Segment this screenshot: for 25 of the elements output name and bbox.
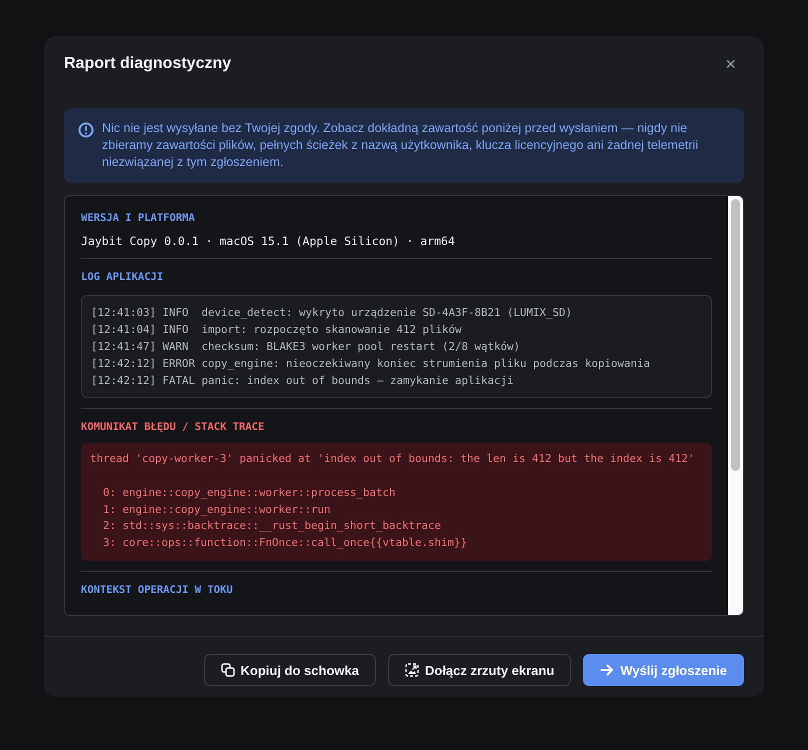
image-frame-icon <box>404 663 419 677</box>
version-text: Jaybit Copy 0.0.1 · macOS 15.1 (Apple Silicon) · arm64 <box>81 234 456 248</box>
section-heading: KONTEKST OPERACJI W TOKU <box>81 584 234 596</box>
stack-frame: 3: core::ops::function::FnOnce::call_once{{vtable.shim}} <box>90 534 703 551</box>
log-line: [12:41:04] INFO import: rozpoczęto skanowanie 412 plików <box>91 322 463 338</box>
section-heading: LOG APLIKACJI <box>81 271 164 283</box>
log-line: [12:41:03] INFO device_detect: wykryto urządzenie SD-4A3F-8B21 (LUMIX_SD) <box>91 305 574 321</box>
log-line: [12:42:12] ERROR copy_engine: nieoczekiwany koniec strumienia pliku podczas kopiowania <box>91 356 652 372</box>
dialog-title: Raport diagnostyczny <box>64 55 232 73</box>
scrollbar[interactable] <box>728 196 743 615</box>
copy-button[interactable]: Kopiuj do schowka <box>204 654 376 686</box>
attach-button[interactable]: Dołącz zrzuty ekranu <box>388 654 572 686</box>
error-message: thread 'copy-worker-3' panicked at 'index out of bounds: the len is 412 but the index is 412' <box>90 451 696 467</box>
stack-frame: 2: std::sys::backtrace::__rust_begin_short_backtrace <box>90 518 703 534</box>
section-heading: KOMUNIKAT BŁĘDU / STACK TRACE <box>81 421 266 433</box>
close-button[interactable]: × <box>721 52 740 76</box>
log-line: [12:42:12] FATAL panic: index out of bounds — zamykanie aplikacji <box>91 373 515 389</box>
section-heading: WERSJA I PLATFORMA <box>81 212 196 224</box>
stack-frame: 0: engine::copy_engine::worker::process_batch <box>90 485 703 502</box>
log-line: [12:41:47] WARN checksum: BLAKE3 worker pool restart (2/8 wątków) <box>91 339 522 355</box>
arrow-right-icon <box>600 663 614 677</box>
alert-icon <box>78 122 94 138</box>
copy-icon <box>220 663 235 677</box>
stack-frame: 1: engine::copy_engine::worker::run <box>90 502 703 518</box>
notice-text: Nic nie jest wysyłane bez Twojej zgody. Zobacz dokładną zawartość poniżej przed wysłaniem — nigdy nie zbieramy zawartości plików, pełnych ścieżek z nazwą użytkownika, klucza licencyjnego ani żadnej telemetrii niezwiązanej z tym zgłoszeniem. <box>102 120 700 171</box>
